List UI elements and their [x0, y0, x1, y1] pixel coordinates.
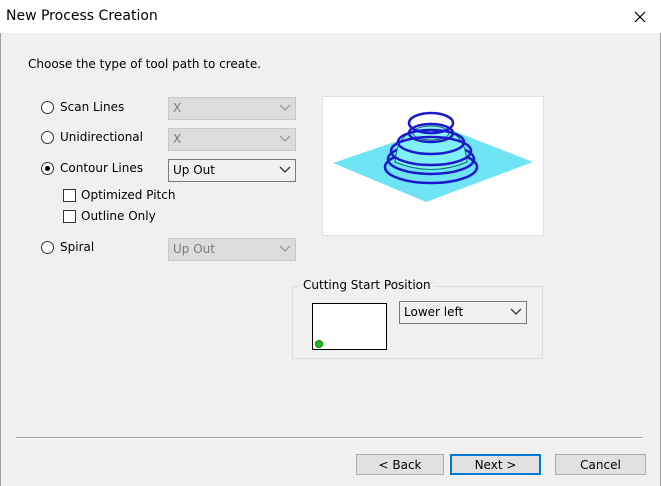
next-button[interactable]: Next > — [450, 454, 541, 475]
contour-lines-direction-value: Up Out — [173, 163, 215, 177]
chevron-down-icon — [279, 245, 291, 252]
contour-lines-direction-select[interactable]: Up Out — [168, 159, 296, 182]
start-position-value: Lower left — [404, 305, 464, 319]
close-icon — [634, 11, 645, 22]
toolpath-preview — [322, 96, 544, 236]
scan-lines-radio[interactable] — [41, 101, 54, 114]
unidirectional-label: Unidirectional — [60, 130, 143, 144]
unidirectional-direction-value: X — [173, 132, 182, 146]
contour-toolpath-illustration — [333, 111, 533, 202]
unidirectional-direction-select[interactable]: X — [168, 128, 296, 151]
button-separator — [16, 437, 643, 439]
spiral-radio[interactable] — [41, 241, 54, 254]
scan-lines-direction-select[interactable]: X — [168, 97, 296, 120]
start-position-select[interactable]: Lower left — [399, 301, 527, 324]
cancel-button[interactable]: Cancel — [555, 454, 646, 475]
outline-only-label: Outline Only — [81, 209, 156, 223]
chevron-down-icon — [510, 308, 522, 315]
spiral-direction-value: Up Out — [173, 242, 215, 256]
window-title: New Process Creation — [6, 8, 158, 24]
window-border-left — [0, 33, 1, 486]
start-position-preview — [312, 303, 387, 350]
scan-lines-direction-value: X — [173, 101, 182, 115]
spiral-direction-select[interactable]: Up Out — [168, 238, 296, 261]
spiral-label: Spiral — [60, 240, 95, 254]
start-position-marker — [315, 340, 323, 348]
chevron-down-icon — [279, 104, 291, 111]
outline-only-checkbox[interactable] — [63, 210, 76, 223]
chevron-down-icon — [279, 135, 291, 142]
unidirectional-radio[interactable] — [41, 131, 54, 144]
optimized-pitch-label: Optimized Pitch — [81, 188, 176, 202]
close-button[interactable] — [618, 0, 661, 33]
scan-lines-label: Scan Lines — [60, 100, 125, 114]
chevron-down-icon — [279, 166, 291, 173]
optimized-pitch-checkbox[interactable] — [63, 189, 76, 202]
back-button[interactable]: < Back — [356, 454, 444, 475]
cutting-start-label: Cutting Start Position — [300, 278, 434, 292]
contour-lines-radio[interactable] — [41, 162, 54, 175]
contour-lines-label: Contour Lines — [60, 161, 143, 175]
instruction-text: Choose the type of tool path to create. — [28, 57, 262, 71]
